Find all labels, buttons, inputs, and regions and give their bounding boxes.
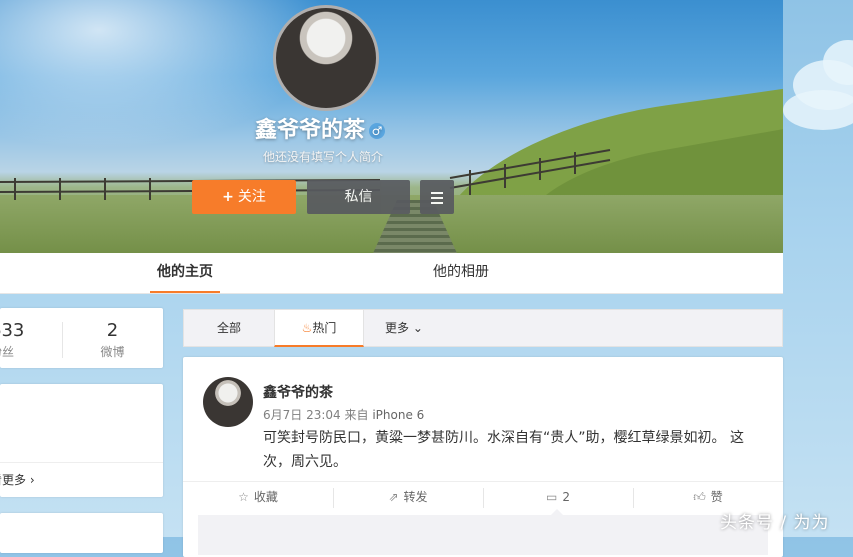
comment-area[interactable] bbox=[198, 515, 768, 555]
post-avatar[interactable] bbox=[203, 377, 253, 427]
tab-more-label: 更多 bbox=[385, 321, 410, 335]
comment-count: 2 bbox=[562, 490, 570, 504]
plus-icon: + bbox=[222, 189, 234, 205]
tab-hot[interactable]: ♨热门 bbox=[274, 310, 364, 347]
post-text: 可笑封号防民口，黄粱一梦甚防川。水深自有“贵人”助，樱红草绿景如初。 这次，周六… bbox=[263, 430, 744, 470]
like-label: 赞 bbox=[710, 490, 723, 504]
fans-label: 粉丝 bbox=[0, 345, 15, 359]
profile-tab-bar: 他的主页 他的相册 bbox=[0, 253, 783, 294]
tab-home[interactable]: 他的主页 bbox=[150, 253, 220, 293]
feed-filter-tabs: 全部 ♨热门 更多 ⌄ bbox=[183, 309, 783, 347]
side-card bbox=[0, 513, 163, 553]
star-icon: ☆ bbox=[238, 490, 249, 504]
tab-hot-label: 热门 bbox=[312, 321, 337, 335]
stats-card: 633 粉丝 2 微博 bbox=[0, 308, 163, 368]
tab-all[interactable]: 全部 bbox=[184, 310, 274, 346]
tab-more[interactable]: 更多 ⌄ bbox=[369, 310, 439, 346]
thumbs-up-icon: 👍︎ bbox=[693, 490, 706, 504]
fans-count: 633 bbox=[0, 320, 25, 341]
profile-bio: 他还没有填写个人简介 bbox=[262, 150, 383, 164]
comment-icon: ▭ bbox=[546, 490, 558, 504]
post-actions: ☆ 收藏 ⇗ 转发 ▭ 2 👍︎ 赞 bbox=[183, 481, 783, 512]
favorite-label: 收藏 bbox=[253, 490, 278, 504]
follow-button[interactable]: + 关注 bbox=[192, 180, 296, 214]
favorite-button[interactable]: ☆ 收藏 bbox=[183, 482, 333, 512]
info-card: 看更多 › bbox=[0, 384, 163, 497]
post-card: 鑫爷爷的茶 6月7日 23:04 来自 iPhone 6 可笑封号防民口，黄粱一… bbox=[183, 357, 783, 557]
divider bbox=[0, 462, 163, 463]
chevron-down-icon: ⌄ bbox=[412, 321, 423, 335]
background-sky bbox=[783, 0, 853, 537]
menu-button[interactable] bbox=[420, 180, 454, 214]
message-button[interactable]: 私信 bbox=[307, 180, 410, 214]
see-more-label: 看更多 bbox=[0, 473, 27, 487]
menu-icon bbox=[431, 192, 443, 204]
post-date[interactable]: 6月7日 23:04 bbox=[263, 408, 341, 422]
fans-stat[interactable]: 633 粉丝 bbox=[0, 320, 30, 360]
repost-label: 转发 bbox=[403, 490, 428, 504]
comment-button[interactable]: ▭ 2 bbox=[483, 482, 633, 512]
post-via: 来自 bbox=[344, 408, 369, 422]
profile-avatar[interactable] bbox=[273, 5, 379, 111]
post-device: iPhone 6 bbox=[372, 408, 425, 422]
post-author[interactable]: 鑫爷爷的茶 bbox=[263, 382, 333, 402]
posts-stat[interactable]: 2 微博 bbox=[85, 320, 140, 360]
post-meta: 6月7日 23:04 来自 iPhone 6 bbox=[263, 406, 424, 423]
flame-icon: ♨ bbox=[301, 321, 313, 335]
posts-count: 2 bbox=[106, 320, 119, 341]
see-more-link[interactable]: 看更多 › bbox=[0, 471, 35, 488]
watermark: 头条号 / 为为 bbox=[720, 513, 830, 533]
tab-album[interactable]: 他的相册 bbox=[430, 253, 492, 291]
repost-button[interactable]: ⇗ 转发 bbox=[333, 482, 483, 512]
divider bbox=[62, 322, 63, 358]
male-icon: ♂ bbox=[369, 123, 385, 139]
follow-label: 关注 bbox=[237, 189, 266, 205]
posts-label: 微博 bbox=[100, 345, 125, 359]
profile-name-text: 鑫爷爷的茶 bbox=[254, 118, 365, 143]
profile-name: 鑫爷爷的茶 ♂ bbox=[0, 112, 640, 144]
chevron-right-icon: › bbox=[29, 473, 35, 487]
repost-icon: ⇗ bbox=[388, 490, 399, 504]
